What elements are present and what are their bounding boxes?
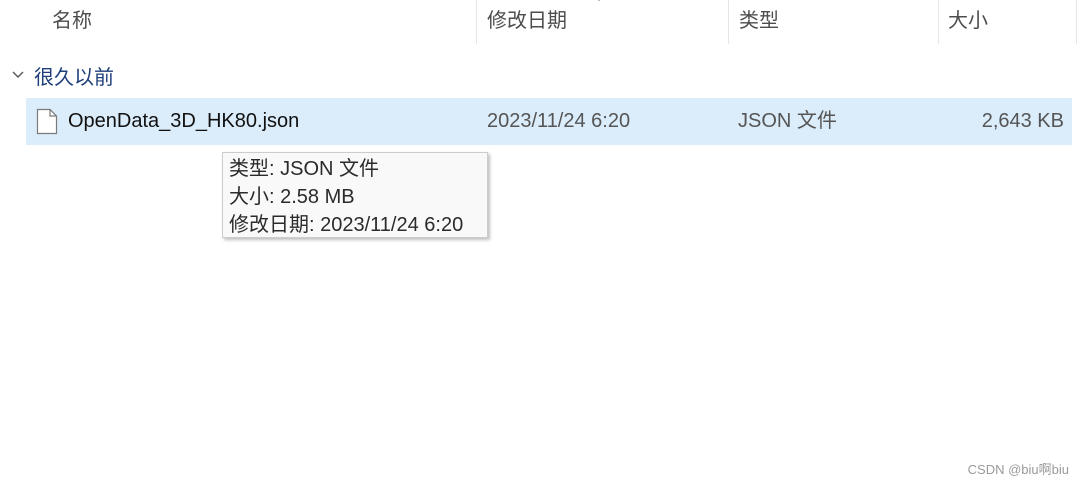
tooltip-type: 类型: JSON 文件 (229, 158, 380, 180)
column-header-modified[interactable]: 修改日期 (487, 0, 567, 44)
file-info-tooltip: 类型: JSON 文件 大小: 2.58 MB 修改日期: 2023/11/24… (222, 152, 488, 238)
column-divider[interactable] (1076, 0, 1077, 44)
file-explorer-details-view: 名称 修改日期 类型 大小 很久以前 OpenData_3D_HK80.json… (0, 0, 1083, 486)
column-divider[interactable] (476, 0, 477, 44)
column-divider[interactable] (728, 0, 729, 44)
file-name[interactable]: OpenData_3D_HK80.json (68, 98, 299, 145)
file-row[interactable]: OpenData_3D_HK80.json 2023/11/24 6:20 JS… (26, 98, 1072, 145)
document-icon (36, 108, 58, 135)
column-divider[interactable] (938, 0, 939, 44)
file-modified-date: 2023/11/24 6:20 (487, 110, 631, 132)
column-header-size[interactable]: 大小 (948, 0, 988, 44)
column-header-type[interactable]: 类型 (739, 0, 779, 44)
group-header[interactable]: 很久以前 (10, 60, 114, 90)
file-type: JSON 文件 (738, 110, 837, 132)
watermark: CSDN @biu啊biu (967, 462, 1069, 477)
tooltip-modified: 修改日期: 2023/11/24 6:20 (229, 214, 464, 236)
column-header-bar: 名称 修改日期 类型 大小 (0, 0, 1083, 44)
tooltip-size: 大小: 2.58 MB (229, 186, 355, 208)
chevron-down-icon[interactable] (10, 67, 26, 83)
group-label: 很久以前 (34, 66, 114, 89)
column-header-name[interactable]: 名称 (52, 0, 92, 44)
sort-descending-icon (598, 0, 600, 1)
file-size: 2,643 KB (981, 110, 1064, 132)
